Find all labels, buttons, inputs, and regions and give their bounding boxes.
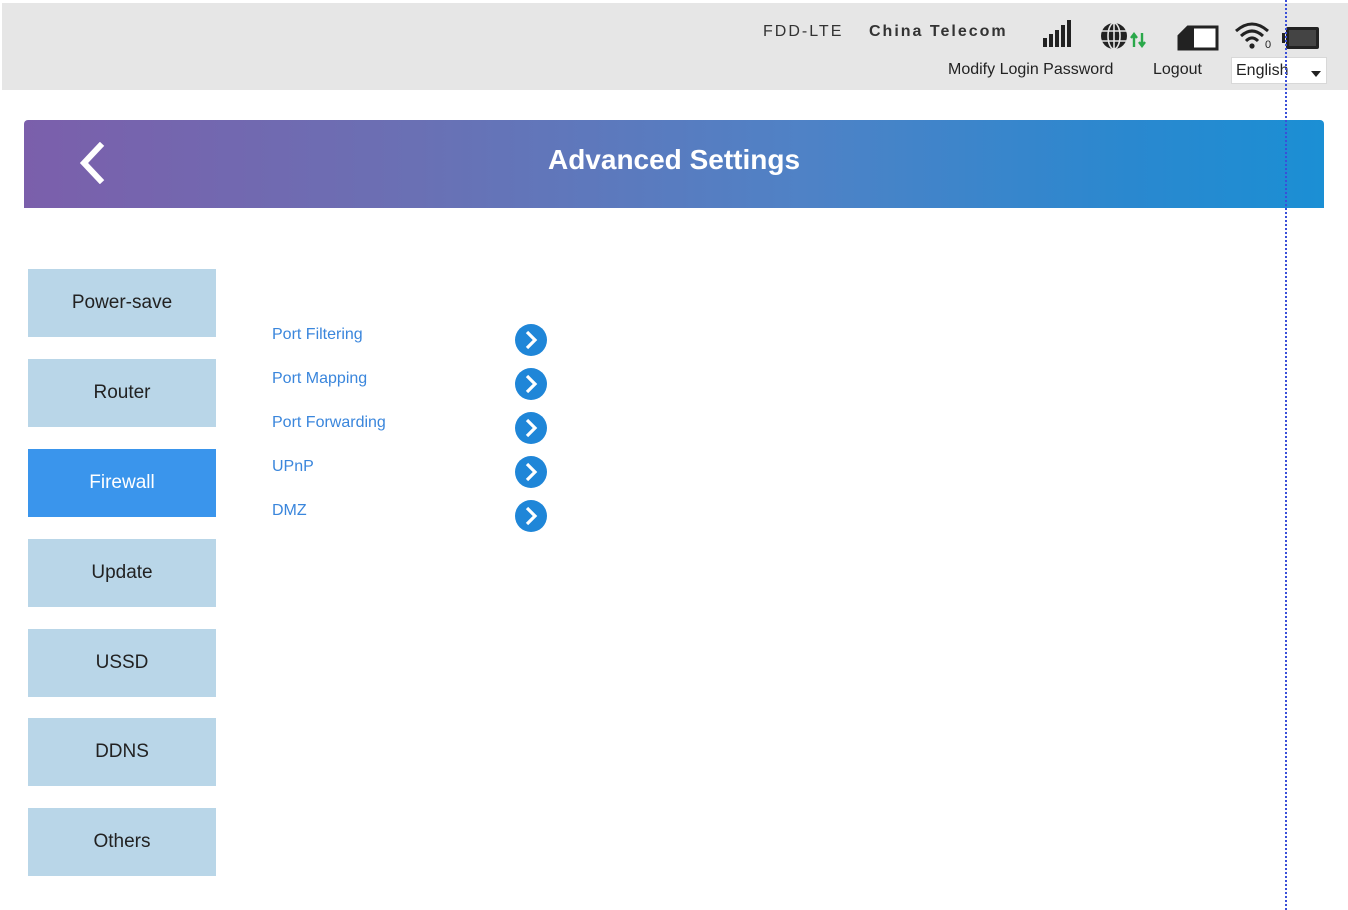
carrier-label: China Telecom [869, 23, 1008, 40]
link-label: UPnP [272, 458, 314, 475]
link-label: DMZ [272, 502, 307, 519]
network-type-label: FDD-LTE [763, 23, 844, 40]
sidebar-item-ddns[interactable]: DDNS [28, 718, 216, 786]
sim-icon [1177, 25, 1219, 51]
guide-line [1285, 0, 1287, 910]
wifi-icon: 0 [1235, 22, 1271, 51]
page-title: Advanced Settings [547, 144, 801, 175]
chevron-right-circle-icon[interactable] [514, 367, 548, 401]
wifi-client-count: 0 [1265, 39, 1271, 51]
chevron-right-circle-icon[interactable] [514, 499, 548, 533]
globe-icon [1101, 22, 1146, 50]
sidebar-item-firewall[interactable]: Firewall [28, 449, 216, 517]
battery-icon [1282, 27, 1319, 49]
port-forwarding-link[interactable]: Port Forwarding [272, 411, 552, 447]
chevron-right-circle-icon[interactable] [514, 323, 548, 357]
link-label: Port Forwarding [272, 414, 386, 431]
chevron-right-circle-icon[interactable] [514, 411, 548, 445]
modify-password-link[interactable]: Modify Login Password [948, 61, 1113, 79]
dmz-link[interactable]: DMZ [272, 499, 552, 535]
sidebar-item-ussd[interactable]: USSD [28, 629, 216, 697]
signal-icon [1043, 20, 1071, 47]
sidebar-item-power-save[interactable]: Power-save [28, 269, 216, 337]
logout-link[interactable]: Logout [1153, 61, 1202, 79]
status-bar: FDD-LTE China Telecom 0 Modify Login Pas… [2, 3, 1348, 90]
sidebar-item-router[interactable]: Router [28, 359, 216, 427]
page-header: Advanced Settings [24, 120, 1324, 208]
sidebar-item-others[interactable]: Others [28, 808, 216, 876]
language-value: English [1236, 62, 1289, 79]
chevron-down-icon [1311, 71, 1321, 77]
upnp-link[interactable]: UPnP [272, 455, 552, 491]
sidebar-item-update[interactable]: Update [28, 539, 216, 607]
language-select[interactable]: English [1231, 57, 1327, 84]
port-mapping-link[interactable]: Port Mapping [272, 367, 552, 403]
link-label: Port Mapping [272, 370, 368, 387]
chevron-right-circle-icon[interactable] [514, 455, 548, 489]
link-label: Port Filtering [272, 326, 363, 343]
port-filtering-link[interactable]: Port Filtering [272, 323, 552, 359]
